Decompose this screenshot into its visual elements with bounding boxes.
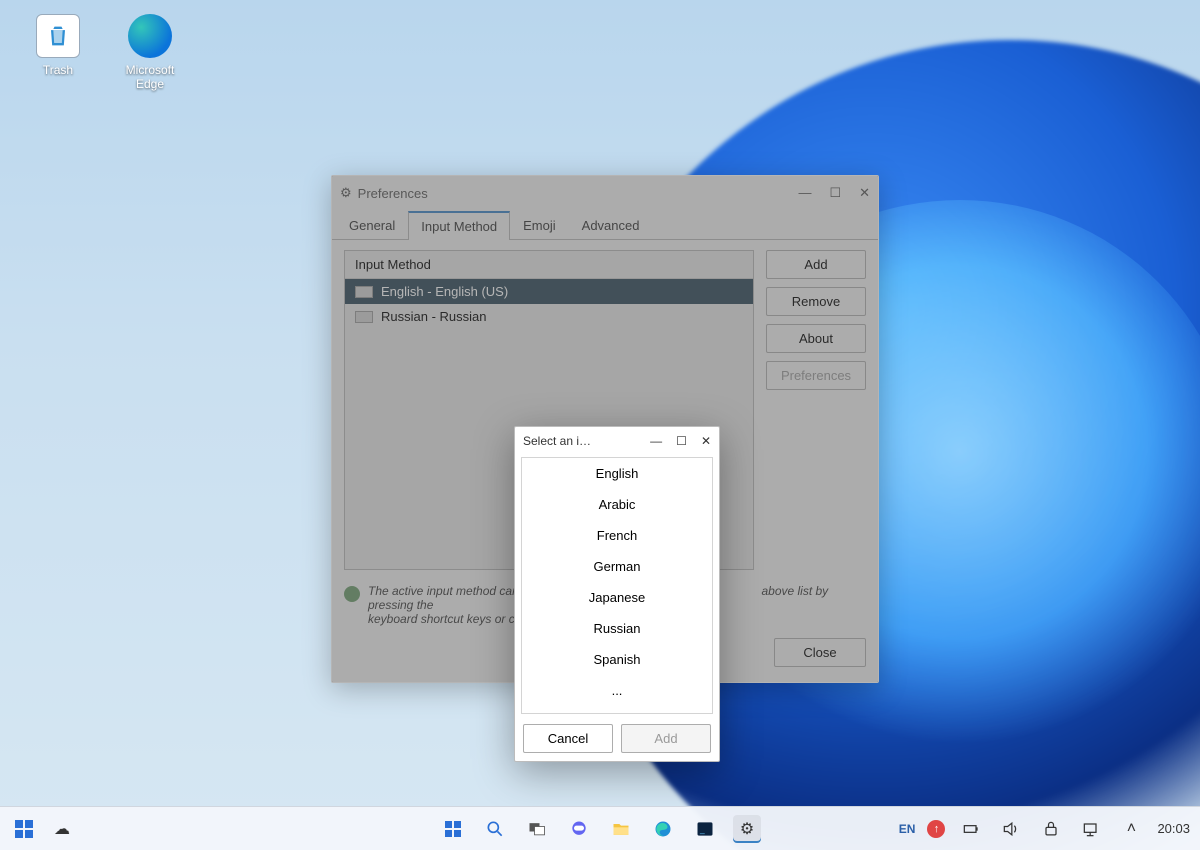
flag-icon [355,311,373,323]
info-icon [344,586,360,602]
dialog-maximize-button[interactable]: ☐ [676,434,687,448]
svg-text:_: _ [699,824,705,834]
input-method-row[interactable]: English - English (US) [345,279,753,304]
taskbar-terminal-icon[interactable]: _ [691,815,719,843]
language-option[interactable]: German [522,551,712,582]
taskbar-weather-icon[interactable]: ☁ [48,815,76,843]
tab-advanced[interactable]: Advanced [569,211,653,240]
preferences-titlebar: ⚙ Preferences — ☐ ✕ [332,176,878,210]
desktop-icon-label: Microsoft Edge [110,63,190,91]
add-confirm-button: Add [621,724,711,753]
desktop-icon-edge[interactable]: Microsoft Edge [110,14,190,91]
dialog-title: Select an i… [523,434,591,448]
trash-icon [36,14,80,58]
tab-bar: General Input Method Emoji Advanced [332,210,878,240]
edge-icon [128,14,172,58]
taskbar-edge-icon[interactable] [649,815,677,843]
start-button[interactable] [439,815,467,843]
taskbar-settings-icon[interactable]: ⚙ [733,815,761,843]
remove-button[interactable]: Remove [766,287,866,316]
desktop-icon-label: Trash [18,63,98,77]
close-button[interactable]: ✕ [859,185,870,201]
taskbar: ☁ _ ⚙ EN ↑ [0,806,1200,850]
taskbar-chat-icon[interactable] [565,815,593,843]
input-method-label: Russian - Russian [381,309,487,324]
language-option[interactable]: French [522,520,712,551]
tray-battery-icon[interactable] [957,815,985,843]
tab-general[interactable]: General [336,211,408,240]
list-header: Input Method [345,251,753,279]
about-button[interactable]: About [766,324,866,353]
flag-icon [355,286,373,298]
window-title: Preferences [358,186,428,201]
input-method-label: English - English (US) [381,284,508,299]
dialog-minimize-button[interactable]: — [650,434,662,448]
language-option-list[interactable]: English Arabic French German Japanese Ru… [521,457,713,714]
preferences-button: Preferences [766,361,866,390]
maximize-button[interactable]: ☐ [829,185,841,201]
input-method-row[interactable]: Russian - Russian [345,304,753,329]
taskbar-clock[interactable]: 20:03 [1157,821,1190,836]
language-option[interactable]: English [522,458,712,489]
language-option[interactable]: Spanish [522,644,712,675]
dialog-titlebar: Select an i… — ☐ ✕ [515,427,719,455]
app-icon: ⚙ [340,185,352,201]
language-option-more[interactable]: ... [522,675,712,706]
desktop-icon-trash[interactable]: Trash [18,14,98,77]
taskbar-taskview-icon[interactable] [523,815,551,843]
tab-emoji[interactable]: Emoji [510,211,569,240]
taskbar-widgets-icon[interactable] [10,815,38,843]
select-input-method-dialog: Select an i… — ☐ ✕ English Arabic French… [514,426,720,762]
close-window-button[interactable]: Close [774,638,866,667]
language-option[interactable]: Arabic [522,489,712,520]
tray-chevron-up-icon[interactable]: ˄ [1117,815,1145,843]
tray-volume-icon[interactable] [997,815,1025,843]
dialog-close-button[interactable]: ✕ [701,434,711,448]
add-button[interactable]: Add [766,250,866,279]
tray-lock-icon[interactable] [1037,815,1065,843]
taskbar-search-icon[interactable] [481,815,509,843]
language-option[interactable]: Russian [522,613,712,644]
cancel-button[interactable]: Cancel [523,724,613,753]
language-option[interactable]: Japanese [522,582,712,613]
taskbar-explorer-icon[interactable] [607,815,635,843]
language-indicator[interactable]: EN [899,822,916,836]
tray-network-icon[interactable] [1077,815,1105,843]
tab-input-method[interactable]: Input Method [408,211,510,240]
update-indicator-icon[interactable]: ↑ [927,820,945,838]
minimize-button[interactable]: — [798,185,811,201]
